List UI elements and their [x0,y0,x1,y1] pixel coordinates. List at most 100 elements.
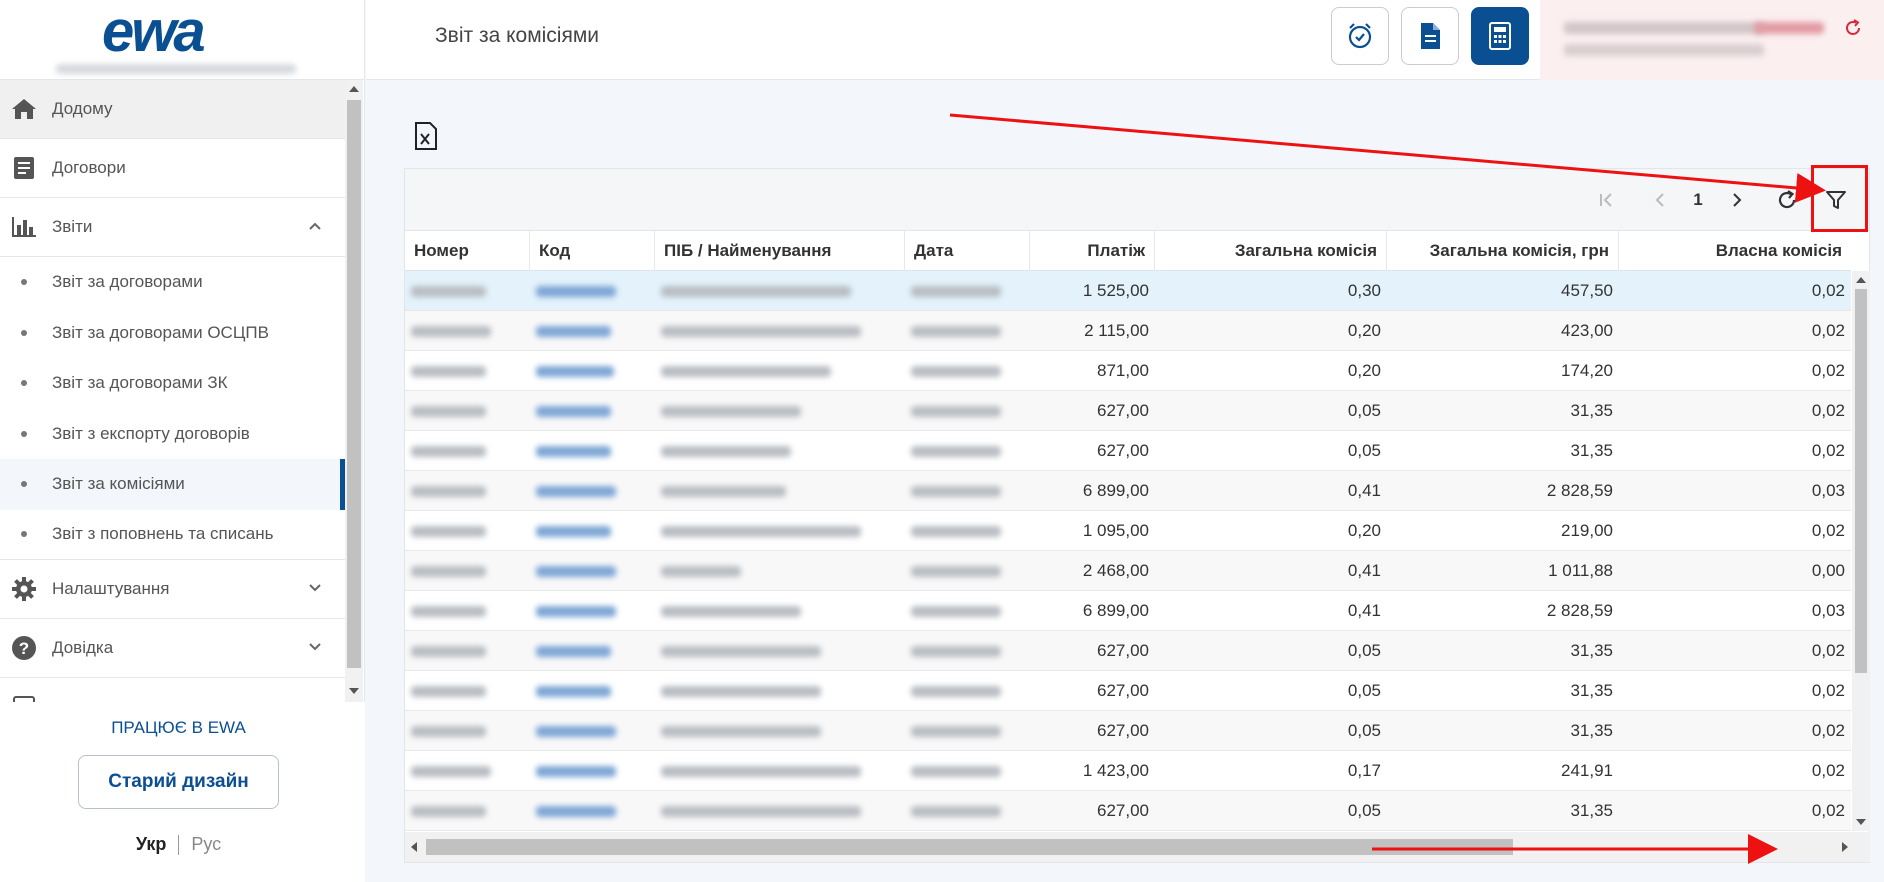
redacted-text [536,566,616,578]
scrollbar-thumb[interactable] [426,839,1513,855]
chevron-down-icon[interactable] [307,639,323,655]
redacted-text [911,806,1001,818]
scroll-up-arrow-icon[interactable] [1856,277,1866,283]
prev-page-button[interactable] [1645,185,1675,215]
help-icon: ? [10,634,38,662]
grid-horizontal-scrollbar[interactable] [405,832,1870,862]
scroll-down-arrow-icon[interactable] [349,688,359,694]
table-row[interactable]: 627,00 0,05 31,35 0,02 [405,671,1851,711]
grid-vertical-scrollbar[interactable] [1852,271,1870,831]
sidebar-item-reports[interactable]: Звіти [0,198,345,257]
sidebar-sub-contracts-report[interactable]: Звіт за договорами [0,257,345,308]
cell-name-redacted [655,751,905,791]
document-icon [1421,23,1440,49]
col-header-commission[interactable]: Загальна комісія [1155,231,1387,271]
table-row[interactable]: 871,00 0,20 174,20 0,02 [405,351,1851,391]
redacted-text [411,766,491,778]
scrollbar-thumb[interactable] [1855,289,1867,673]
redacted-text [661,726,821,738]
lang-rus[interactable]: Рус [191,834,221,854]
table-row[interactable]: 6 899,00 0,41 2 828,59 0,03 [405,471,1851,511]
table-row[interactable]: 2 468,00 0,41 1 011,88 0,00 [405,551,1851,591]
cell-date-redacted [905,311,1030,351]
user-info-panel[interactable] [1540,0,1884,80]
col-header-own-commission[interactable]: Власна комісія [1619,231,1851,271]
sub-item-label: Звіт за договорами ЗК [52,373,228,393]
sub-item-label: Звіт за договорами [52,272,203,292]
sidebar-sub-zk-report[interactable]: Звіт за договорами ЗК [0,358,345,409]
redacted-text [911,486,1001,498]
list-icon [10,693,38,702]
col-header-commission-uah[interactable]: Загальна комісія, грн [1387,231,1619,271]
redacted-text [661,766,861,778]
cell-commission-uah: 174,20 [1561,361,1613,380]
sidebar-item-partial[interactable] [0,678,345,702]
sidebar-item-contracts[interactable]: Договори [0,139,345,198]
col-header-date[interactable]: Дата [905,231,1030,271]
refresh-button[interactable] [1770,185,1804,215]
document-list-icon [10,154,38,182]
cell-name-redacted [655,511,905,551]
redacted-text [911,406,1001,418]
chevron-up-icon[interactable] [307,218,323,234]
table-row[interactable]: 1 095,00 0,20 219,00 0,02 [405,511,1851,551]
lang-ukr[interactable]: Укр [136,834,167,854]
table-row[interactable]: 627,00 0,05 31,35 0,02 [405,711,1851,751]
old-design-button[interactable]: Старий дизайн [78,755,279,809]
current-page: 1 [1693,190,1703,209]
table-row[interactable]: 627,00 0,05 31,35 0,02 [405,391,1851,431]
sub-item-label: Звіт з експорту договорів [52,423,250,443]
sub-item-label: Звіт з поповнень та списань [52,524,274,544]
cell-name-redacted [655,671,905,711]
sidebar-item-home[interactable]: Додому [0,80,345,139]
scroll-up-arrow-icon[interactable] [349,86,359,92]
works-in-ewa-link[interactable]: ПРАЦЮЄ В EWA [0,718,357,738]
table-row[interactable]: 627,00 0,05 31,35 0,02 [405,791,1851,831]
scroll-right-arrow-icon[interactable] [1842,842,1848,852]
sidebar-scrollbar[interactable] [345,80,363,702]
table-row[interactable]: 1 423,00 0,17 241,91 0,02 [405,751,1851,791]
cell-commission-uah: 2 828,59 [1546,601,1613,620]
scroll-left-arrow-icon[interactable] [411,842,417,852]
col-header-name[interactable]: ПІБ / Найменування [655,231,905,271]
next-page-button[interactable] [1722,185,1752,215]
sidebar-item-help[interactable]: ? Довідка [0,619,345,678]
table-row[interactable]: 627,00 0,05 31,35 0,02 [405,431,1851,471]
sidebar-sub-topups-report[interactable]: Звіт з поповнень та списань [0,509,345,560]
chevron-down-icon[interactable] [307,580,323,596]
documents-button[interactable] [1401,7,1459,65]
sidebar-item-settings[interactable]: Налаштування [0,560,345,619]
refresh-icon[interactable] [1843,18,1863,38]
first-page-button[interactable] [1591,185,1621,215]
redacted-text [911,366,1001,378]
filter-highlight-box [1811,165,1868,232]
table-row[interactable]: 627,00 0,05 31,35 0,02 [405,631,1851,671]
sidebar-sub-export-report[interactable]: Звіт з експорту договорів [0,408,345,459]
sidebar-sub-osago-report[interactable]: Звіт за договорами ОСЦПВ [0,307,345,358]
scroll-down-arrow-icon[interactable] [1856,819,1866,825]
scrollbar-thumb[interactable] [347,100,361,668]
export-excel-icon[interactable] [413,122,439,150]
col-header-code[interactable]: Код [530,231,655,271]
table-row[interactable]: 1 525,00 0,30 457,50 0,02 [405,271,1851,311]
cell-code-redacted [530,351,655,391]
cell-commission: 0,41 [1347,601,1381,620]
cell-commission-uah: 31,35 [1570,441,1613,460]
cell-code-redacted [530,431,655,471]
table-row[interactable]: 2 115,00 0,20 423,00 0,02 [405,311,1851,351]
alarm-button[interactable] [1331,7,1389,65]
redacted-text [411,606,486,618]
sidebar-sub-commissions-report[interactable]: Звіт за комісіями [0,459,345,510]
redacted-text [411,286,486,298]
cell-code-redacted [530,391,655,431]
calculator-button[interactable] [1471,7,1529,65]
table-row[interactable]: 6 899,00 0,41 2 828,59 0,03 [405,591,1851,631]
cell-payment: 627,00 [1097,441,1149,460]
col-header-payment[interactable]: Платіж [1030,231,1155,271]
commissions-grid: 1 Номер Код ПІБ / Найменування Дата Плат… [404,168,1870,863]
cell-code-redacted [530,591,655,631]
language-switcher: Укр Рус [0,834,357,856]
ewa-logo[interactable]: ewa [102,3,206,61]
col-header-number[interactable]: Номер [405,231,530,271]
redacted-text [411,486,486,498]
